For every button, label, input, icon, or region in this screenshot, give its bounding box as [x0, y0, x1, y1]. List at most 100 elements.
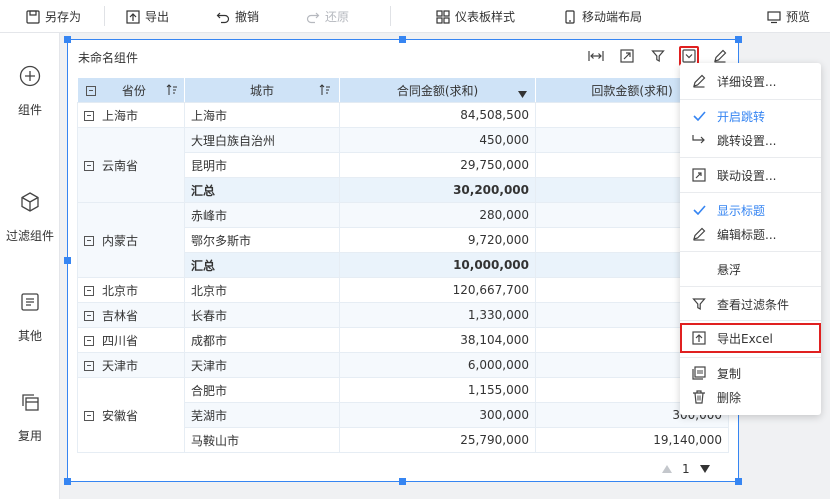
table-row: 安徽省 合肥市 1,155,000 9	[77, 377, 729, 453]
city-cell: 成都市	[184, 327, 340, 353]
menu-divider	[680, 286, 821, 287]
province-cell[interactable]: 内蒙古	[77, 202, 185, 278]
save-as-button[interactable]: 另存为	[26, 0, 81, 33]
resize-handle[interactable]	[64, 478, 71, 485]
city-cell: 大理白族自治州	[184, 127, 340, 153]
resize-handle[interactable]	[64, 36, 71, 43]
city-cell: 赤峰市	[184, 202, 340, 228]
preview-button[interactable]: 预览	[767, 0, 810, 33]
export-button[interactable]: 导出	[126, 0, 169, 33]
menu-divider	[680, 99, 821, 100]
menu-item-copy[interactable]: 复制	[680, 361, 821, 385]
menu-item-view-filters[interactable]: 查看过滤条件	[680, 292, 821, 316]
resize-handle[interactable]	[735, 36, 742, 43]
sort-icon[interactable]	[166, 84, 178, 99]
contract-cell: 450,000	[339, 127, 536, 153]
resize-handle[interactable]	[399, 478, 406, 485]
city-cell: 合肥市	[184, 377, 340, 403]
toolbar-divider	[104, 6, 105, 26]
mobile-layout-button[interactable]: 移动端布局	[563, 0, 642, 33]
collapse-icon[interactable]	[84, 110, 94, 121]
resize-handle[interactable]	[735, 478, 742, 485]
table-row: 北京市 北京市 120,667,700 75,2	[77, 277, 729, 303]
expand-width-icon[interactable]	[586, 46, 606, 66]
collapse-icon[interactable]	[84, 360, 94, 371]
contract-cell: 30,200,000	[339, 177, 536, 203]
toolbar-divider	[390, 6, 391, 26]
sidebar-item-filter-components[interactable]: 过滤组件	[0, 191, 60, 244]
resize-handle[interactable]	[64, 257, 71, 264]
sidebar-item-reuse[interactable]: 复用	[0, 391, 60, 444]
province-cell[interactable]: 吉林省	[77, 302, 185, 328]
contract-cell: 84,508,500	[339, 102, 536, 128]
table-header-row: 省份 城市 合同金额(求和) 回款金额(求和)	[77, 77, 729, 103]
left-sidebar: 组件 过滤组件 其他 复用	[0, 33, 60, 499]
dashboard-style-button[interactable]: 仪表板样式	[436, 0, 515, 33]
page-number: 1	[682, 462, 690, 476]
trash-icon	[691, 389, 707, 405]
menu-item-show-title[interactable]: 显示标题	[680, 198, 821, 222]
header-province[interactable]: 省份	[77, 77, 185, 103]
collapse-icon[interactable]	[84, 235, 94, 246]
contract-cell: 6,000,000	[339, 352, 536, 378]
collapse-icon[interactable]	[84, 335, 94, 346]
contract-cell: 25,790,000	[339, 427, 536, 453]
city-cell: 芜湖市	[184, 402, 340, 428]
link-icon	[691, 167, 707, 183]
export-icon	[126, 9, 140, 24]
contract-cell: 29,750,000	[339, 152, 536, 178]
province-cell[interactable]: 四川省	[77, 327, 185, 353]
header-contract-amount[interactable]: 合同金额(求和)	[339, 77, 536, 103]
sort-desc-icon[interactable]	[518, 87, 527, 101]
save-icon	[26, 9, 40, 24]
city-cell: 上海市	[184, 102, 340, 128]
sidebar-item-components[interactable]: 组件	[0, 65, 60, 118]
menu-item-linkage-settings[interactable]: 联动设置...	[680, 163, 821, 187]
city-cell: 北京市	[184, 277, 340, 303]
menu-divider	[680, 157, 821, 158]
city-cell: 马鞍山市	[184, 427, 340, 453]
collapse-icon[interactable]	[84, 310, 94, 321]
collapse-icon[interactable]	[84, 410, 94, 421]
prev-page-icon[interactable]	[662, 462, 672, 476]
contract-cell: 38,104,000	[339, 327, 536, 353]
redo-button[interactable]: 还原	[306, 0, 349, 33]
header-city[interactable]: 城市	[184, 77, 340, 103]
city-cell: 昆明市	[184, 152, 340, 178]
province-cell[interactable]: 天津市	[77, 352, 185, 378]
menu-item-jump-settings[interactable]: 跳转设置...	[680, 128, 821, 152]
payment-cell: 19,140,000	[535, 427, 729, 453]
copy-icon	[691, 365, 707, 381]
phone-icon	[563, 9, 577, 24]
next-page-icon[interactable]	[699, 462, 710, 476]
menu-item-enable-jump[interactable]: 开启跳转	[680, 104, 821, 128]
menu-divider	[680, 357, 821, 358]
resize-handle[interactable]	[399, 36, 406, 43]
data-table: 省份 城市 合同金额(求和) 回款金额(求和) 上海市 上海市 84,508,5…	[77, 77, 729, 453]
province-cell[interactable]: 北京市	[77, 277, 185, 303]
collapse-icon[interactable]	[84, 285, 94, 296]
province-cell[interactable]: 云南省	[77, 127, 185, 203]
menu-divider	[680, 192, 821, 193]
grid-icon	[436, 9, 450, 24]
widget-title: 未命名组件	[78, 51, 139, 65]
province-cell[interactable]: 安徽省	[77, 377, 185, 453]
menu-item-detail-settings[interactable]: 详细设置...	[680, 69, 821, 93]
menu-item-delete[interactable]: 删除	[680, 385, 821, 409]
collapse-icon[interactable]	[84, 160, 94, 171]
collapse-all-icon[interactable]	[86, 85, 96, 96]
menu-item-edit-title[interactable]: 编辑标题...	[680, 222, 821, 246]
filter-icon[interactable]	[648, 46, 668, 66]
menu-item-float[interactable]: 悬浮	[680, 257, 821, 281]
province-cell[interactable]: 上海市	[77, 102, 185, 128]
sort-icon[interactable]	[319, 84, 331, 99]
undo-button[interactable]: 撤销	[216, 0, 259, 33]
list-box-icon	[19, 291, 41, 316]
menu-item-export-excel[interactable]: 导出Excel	[680, 323, 821, 353]
sidebar-item-other[interactable]: 其他	[0, 291, 60, 344]
table-row: 吉林省 长春市 1,330,000 6	[77, 302, 729, 328]
fullscreen-icon[interactable]	[617, 46, 637, 66]
table-row: 四川省 成都市 38,104,000 29,1	[77, 327, 729, 353]
province-label: 云南省	[102, 158, 139, 173]
contract-cell: 1,330,000	[339, 302, 536, 328]
